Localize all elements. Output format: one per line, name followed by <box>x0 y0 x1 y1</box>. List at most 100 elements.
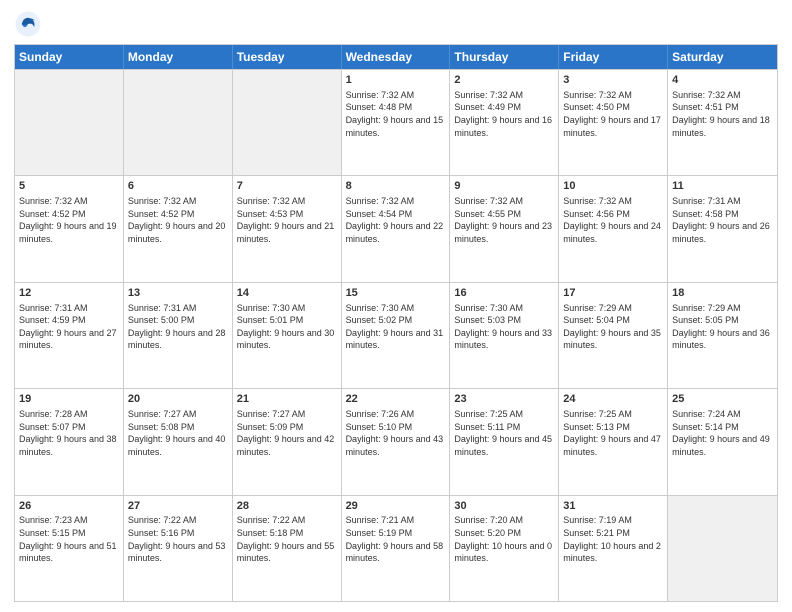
day-number: 4 <box>672 73 773 88</box>
cell-info: Sunrise: 7:31 AMSunset: 5:00 PMDaylight:… <box>128 302 228 352</box>
cell-info: Sunrise: 7:27 AMSunset: 5:09 PMDaylight:… <box>237 408 337 458</box>
calendar-cell: 5Sunrise: 7:32 AMSunset: 4:52 PMDaylight… <box>15 176 124 281</box>
day-number: 22 <box>346 392 446 407</box>
cell-info: Sunrise: 7:29 AMSunset: 5:05 PMDaylight:… <box>672 302 773 352</box>
calendar-cell: 13Sunrise: 7:31 AMSunset: 5:00 PMDayligh… <box>124 283 233 388</box>
cell-info: Sunrise: 7:19 AMSunset: 5:21 PMDaylight:… <box>563 514 663 564</box>
header <box>14 10 778 38</box>
cell-info: Sunrise: 7:20 AMSunset: 5:20 PMDaylight:… <box>454 514 554 564</box>
cell-info: Sunrise: 7:25 AMSunset: 5:11 PMDaylight:… <box>454 408 554 458</box>
day-number: 25 <box>672 392 773 407</box>
day-number: 29 <box>346 499 446 514</box>
day-number: 13 <box>128 286 228 301</box>
calendar-cell <box>124 70 233 175</box>
day-number: 12 <box>19 286 119 301</box>
day-number: 21 <box>237 392 337 407</box>
calendar-cell: 9Sunrise: 7:32 AMSunset: 4:55 PMDaylight… <box>450 176 559 281</box>
cell-info: Sunrise: 7:32 AMSunset: 4:51 PMDaylight:… <box>672 89 773 139</box>
cell-info: Sunrise: 7:32 AMSunset: 4:52 PMDaylight:… <box>19 195 119 245</box>
day-number: 14 <box>237 286 337 301</box>
cell-info: Sunrise: 7:29 AMSunset: 5:04 PMDaylight:… <box>563 302 663 352</box>
day-number: 20 <box>128 392 228 407</box>
day-number: 16 <box>454 286 554 301</box>
calendar-header-cell: Wednesday <box>342 45 451 69</box>
day-number: 15 <box>346 286 446 301</box>
cell-info: Sunrise: 7:31 AMSunset: 4:58 PMDaylight:… <box>672 195 773 245</box>
calendar-cell: 29Sunrise: 7:21 AMSunset: 5:19 PMDayligh… <box>342 496 451 601</box>
cell-info: Sunrise: 7:26 AMSunset: 5:10 PMDaylight:… <box>346 408 446 458</box>
calendar-cell <box>15 70 124 175</box>
day-number: 5 <box>19 179 119 194</box>
day-number: 19 <box>19 392 119 407</box>
calendar-cell: 27Sunrise: 7:22 AMSunset: 5:16 PMDayligh… <box>124 496 233 601</box>
calendar-cell: 8Sunrise: 7:32 AMSunset: 4:54 PMDaylight… <box>342 176 451 281</box>
day-number: 23 <box>454 392 554 407</box>
calendar-body: 1Sunrise: 7:32 AMSunset: 4:48 PMDaylight… <box>15 69 777 601</box>
cell-info: Sunrise: 7:21 AMSunset: 5:19 PMDaylight:… <box>346 514 446 564</box>
calendar-cell: 23Sunrise: 7:25 AMSunset: 5:11 PMDayligh… <box>450 389 559 494</box>
day-number: 24 <box>563 392 663 407</box>
cell-info: Sunrise: 7:32 AMSunset: 4:54 PMDaylight:… <box>346 195 446 245</box>
calendar-header-cell: Monday <box>124 45 233 69</box>
calendar-cell: 30Sunrise: 7:20 AMSunset: 5:20 PMDayligh… <box>450 496 559 601</box>
day-number: 27 <box>128 499 228 514</box>
calendar-cell: 28Sunrise: 7:22 AMSunset: 5:18 PMDayligh… <box>233 496 342 601</box>
calendar-cell <box>668 496 777 601</box>
day-number: 11 <box>672 179 773 194</box>
calendar-header-cell: Friday <box>559 45 668 69</box>
day-number: 2 <box>454 73 554 88</box>
calendar-row: 5Sunrise: 7:32 AMSunset: 4:52 PMDaylight… <box>15 175 777 281</box>
cell-info: Sunrise: 7:32 AMSunset: 4:48 PMDaylight:… <box>346 89 446 139</box>
cell-info: Sunrise: 7:32 AMSunset: 4:50 PMDaylight:… <box>563 89 663 139</box>
day-number: 28 <box>237 499 337 514</box>
calendar-cell: 4Sunrise: 7:32 AMSunset: 4:51 PMDaylight… <box>668 70 777 175</box>
calendar-cell: 12Sunrise: 7:31 AMSunset: 4:59 PMDayligh… <box>15 283 124 388</box>
day-number: 10 <box>563 179 663 194</box>
calendar-cell: 16Sunrise: 7:30 AMSunset: 5:03 PMDayligh… <box>450 283 559 388</box>
calendar-header-cell: Thursday <box>450 45 559 69</box>
cell-info: Sunrise: 7:32 AMSunset: 4:49 PMDaylight:… <box>454 89 554 139</box>
day-number: 30 <box>454 499 554 514</box>
calendar-header: SundayMondayTuesdayWednesdayThursdayFrid… <box>15 45 777 69</box>
calendar-cell: 15Sunrise: 7:30 AMSunset: 5:02 PMDayligh… <box>342 283 451 388</box>
calendar-cell: 14Sunrise: 7:30 AMSunset: 5:01 PMDayligh… <box>233 283 342 388</box>
calendar-cell: 7Sunrise: 7:32 AMSunset: 4:53 PMDaylight… <box>233 176 342 281</box>
day-number: 18 <box>672 286 773 301</box>
calendar-row: 26Sunrise: 7:23 AMSunset: 5:15 PMDayligh… <box>15 495 777 601</box>
cell-info: Sunrise: 7:23 AMSunset: 5:15 PMDaylight:… <box>19 514 119 564</box>
day-number: 7 <box>237 179 337 194</box>
logo <box>14 10 46 38</box>
logo-icon <box>14 10 42 38</box>
day-number: 1 <box>346 73 446 88</box>
day-number: 6 <box>128 179 228 194</box>
calendar-header-cell: Tuesday <box>233 45 342 69</box>
calendar-row: 1Sunrise: 7:32 AMSunset: 4:48 PMDaylight… <box>15 69 777 175</box>
calendar-cell: 24Sunrise: 7:25 AMSunset: 5:13 PMDayligh… <box>559 389 668 494</box>
calendar-cell: 21Sunrise: 7:27 AMSunset: 5:09 PMDayligh… <box>233 389 342 494</box>
calendar-cell: 20Sunrise: 7:27 AMSunset: 5:08 PMDayligh… <box>124 389 233 494</box>
cell-info: Sunrise: 7:31 AMSunset: 4:59 PMDaylight:… <box>19 302 119 352</box>
calendar: SundayMondayTuesdayWednesdayThursdayFrid… <box>14 44 778 602</box>
calendar-header-cell: Saturday <box>668 45 777 69</box>
calendar-cell: 17Sunrise: 7:29 AMSunset: 5:04 PMDayligh… <box>559 283 668 388</box>
cell-info: Sunrise: 7:28 AMSunset: 5:07 PMDaylight:… <box>19 408 119 458</box>
calendar-cell: 22Sunrise: 7:26 AMSunset: 5:10 PMDayligh… <box>342 389 451 494</box>
cell-info: Sunrise: 7:30 AMSunset: 5:03 PMDaylight:… <box>454 302 554 352</box>
cell-info: Sunrise: 7:22 AMSunset: 5:18 PMDaylight:… <box>237 514 337 564</box>
cell-info: Sunrise: 7:32 AMSunset: 4:53 PMDaylight:… <box>237 195 337 245</box>
calendar-cell <box>233 70 342 175</box>
calendar-cell: 31Sunrise: 7:19 AMSunset: 5:21 PMDayligh… <box>559 496 668 601</box>
cell-info: Sunrise: 7:32 AMSunset: 4:56 PMDaylight:… <box>563 195 663 245</box>
cell-info: Sunrise: 7:27 AMSunset: 5:08 PMDaylight:… <box>128 408 228 458</box>
calendar-cell: 19Sunrise: 7:28 AMSunset: 5:07 PMDayligh… <box>15 389 124 494</box>
cell-info: Sunrise: 7:30 AMSunset: 5:01 PMDaylight:… <box>237 302 337 352</box>
cell-info: Sunrise: 7:30 AMSunset: 5:02 PMDaylight:… <box>346 302 446 352</box>
cell-info: Sunrise: 7:24 AMSunset: 5:14 PMDaylight:… <box>672 408 773 458</box>
day-number: 31 <box>563 499 663 514</box>
calendar-cell: 26Sunrise: 7:23 AMSunset: 5:15 PMDayligh… <box>15 496 124 601</box>
day-number: 17 <box>563 286 663 301</box>
calendar-cell: 10Sunrise: 7:32 AMSunset: 4:56 PMDayligh… <box>559 176 668 281</box>
calendar-header-cell: Sunday <box>15 45 124 69</box>
calendar-cell: 3Sunrise: 7:32 AMSunset: 4:50 PMDaylight… <box>559 70 668 175</box>
day-number: 9 <box>454 179 554 194</box>
